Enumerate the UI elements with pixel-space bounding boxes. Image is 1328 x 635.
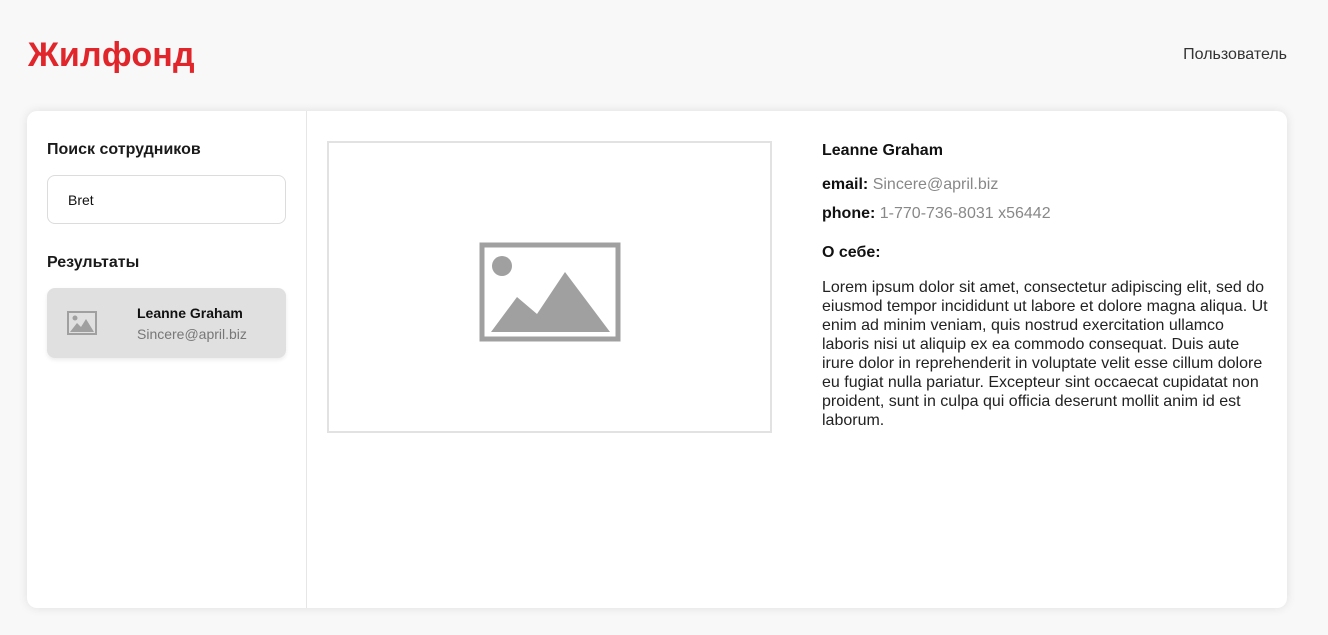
image-placeholder-icon	[479, 242, 621, 342]
app-logo[interactable]: Жилфонд	[28, 36, 195, 75]
phone-label: phone:	[822, 205, 876, 222]
app-header: Жилфонд Пользователь	[0, 0, 1328, 110]
profile-photo	[327, 141, 772, 433]
image-placeholder-icon	[67, 311, 97, 335]
search-title: Поиск сотрудников	[47, 141, 201, 158]
results-title: Результаты	[47, 254, 140, 271]
result-name: Leanne Graham	[137, 305, 243, 321]
phone-value: 1-770-736-8031 x56442	[879, 205, 1051, 222]
email-label: email:	[822, 176, 869, 193]
about-text: Lorem ipsum dolor sit amet, consectetur …	[822, 279, 1268, 429]
phone-row: phone: 1-770-736-8031 x56442	[822, 204, 1272, 224]
email-value: Sincere@april.biz	[872, 176, 999, 193]
main-card: Поиск сотрудников Результаты Leanne Grah…	[27, 111, 1287, 608]
about-title: О себе:	[822, 244, 881, 261]
profile-name: Leanne Graham	[822, 142, 943, 159]
result-item[interactable]: Leanne Graham Sincere@april.biz	[47, 288, 286, 358]
result-email: Sincere@april.biz	[137, 326, 247, 342]
employee-search-input[interactable]	[47, 175, 286, 224]
email-row: email: Sincere@april.biz	[822, 175, 1272, 195]
search-sidebar: Поиск сотрудников Результаты Leanne Grah…	[27, 111, 307, 608]
user-menu-link[interactable]: Пользователь	[1183, 46, 1287, 64]
profile-details: Leanne Graham email: Sincere@april.biz p…	[822, 141, 1272, 430]
